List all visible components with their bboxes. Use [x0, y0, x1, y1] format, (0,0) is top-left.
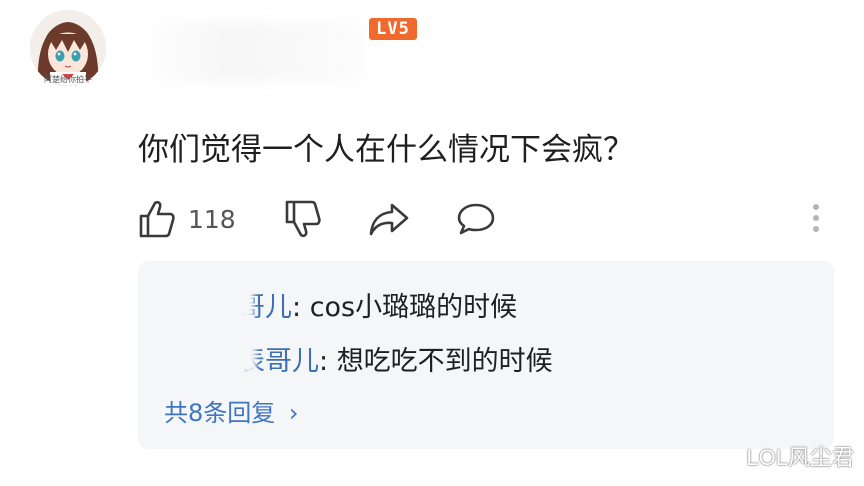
reply-item[interactable]: 哥儿: cos小璐璐的时候 — [238, 285, 517, 324]
reply-text: 想吃吃不到的时候 — [336, 346, 553, 377]
name-blur-mask — [166, 335, 256, 373]
reply-separator: : — [292, 292, 310, 323]
level-badge: LV5 — [369, 18, 417, 40]
thumbs-up-icon — [138, 199, 176, 239]
watermark: LOL风尘君 — [746, 445, 854, 470]
dislike-button[interactable] — [284, 196, 322, 242]
share-icon — [368, 201, 410, 237]
like-count: 118 — [188, 204, 236, 234]
name-blur-mask — [224, 283, 254, 319]
thumbs-down-icon — [284, 199, 322, 239]
view-more-replies-link[interactable]: 共8条回复 › — [164, 393, 299, 428]
action-bar: 118 — [138, 196, 838, 242]
reply-item[interactable]: 表哥儿: 想吃吃不到的时候 — [238, 339, 553, 378]
comment-button[interactable] — [456, 196, 496, 242]
reply-separator: : — [319, 346, 337, 377]
username-blurred — [136, 22, 366, 82]
comment-text: 你们觉得一个人在什么情况下会疯？ — [138, 132, 634, 168]
more-vertical-icon[interactable] — [806, 198, 828, 238]
comment-icon — [456, 201, 496, 237]
chevron-right-icon: › — [288, 399, 299, 427]
replies-panel: 哥儿: cos小璐璐的时候 表哥儿: 想吃吃不到的时候 共8条回复 › — [138, 261, 834, 449]
like-button[interactable]: 118 — [138, 196, 236, 242]
avatar-caption: 阿楚给你拍平 — [44, 75, 92, 84]
share-button[interactable] — [368, 196, 410, 242]
view-more-label: 共8条回复 — [164, 399, 276, 427]
reply-text: cos小璐璐的时候 — [309, 292, 518, 323]
